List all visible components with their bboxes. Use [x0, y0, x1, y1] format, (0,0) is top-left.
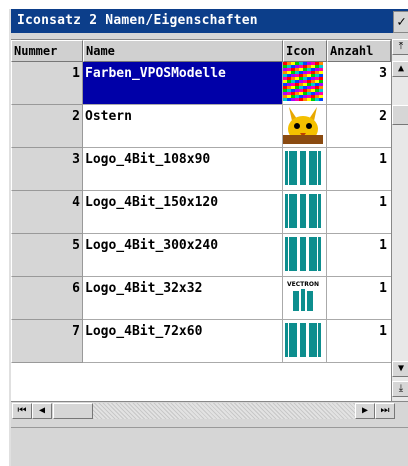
- arrow-down-icon[interactable]: ▼: [392, 361, 408, 377]
- row-number-cell[interactable]: 3: [11, 148, 83, 191]
- table-row[interactable]: 3 Logo_4Bit_108x90 1: [11, 148, 391, 191]
- svg-text:VECTRON: VECTRON: [287, 281, 319, 288]
- vertical-scrollbar[interactable]: ⤒ ▲ ▼ ⤓: [391, 39, 408, 401]
- column-header-nummer[interactable]: Nummer: [11, 40, 83, 62]
- title-bar: Iconsatz 2 Namen/Eigenschaften ✓: [11, 9, 408, 33]
- row-number-cell[interactable]: 6: [11, 277, 83, 320]
- table-row[interactable]: 1 Farben_VPOSModelle 3: [11, 62, 391, 105]
- arrow-right-icon[interactable]: ▶: [355, 403, 375, 419]
- row-name-cell[interactable]: Ostern: [83, 105, 283, 148]
- row-name-cell[interactable]: Farben_VPOSModelle: [83, 62, 283, 105]
- vectron-logo-icon[interactable]: [283, 234, 327, 277]
- vertical-scroll-thumb[interactable]: [392, 105, 408, 125]
- icon-set-window: Iconsatz 2 Namen/Eigenschaften ✓ Nummer …: [9, 9, 408, 466]
- row-number-cell[interactable]: 5: [11, 234, 83, 277]
- row-count-cell[interactable]: 1: [327, 191, 391, 234]
- column-header-icon[interactable]: Icon: [283, 40, 327, 62]
- arrow-left-icon[interactable]: ◀: [32, 403, 52, 419]
- checkmark-icon[interactable]: ✓: [393, 11, 408, 33]
- vectron-logo-icon[interactable]: [283, 320, 327, 363]
- column-header-name[interactable]: Name: [83, 40, 283, 62]
- row-name-cell[interactable]: Logo_4Bit_300x240: [83, 234, 283, 277]
- row-number-cell[interactable]: 1: [11, 62, 83, 105]
- row-count-cell[interactable]: 1: [327, 148, 391, 191]
- row-name-cell[interactable]: Logo_4Bit_108x90: [83, 148, 283, 191]
- row-count-cell[interactable]: 1: [327, 234, 391, 277]
- horizontal-scroll-thumb[interactable]: [53, 403, 93, 419]
- vectron-logo-icon[interactable]: [283, 191, 327, 234]
- row-count-cell[interactable]: 1: [327, 277, 391, 320]
- horizontal-scrollbar[interactable]: ⏮ ◀ ▶ ⏭: [11, 401, 408, 419]
- scroll-to-bottom-icon[interactable]: ⤓: [392, 381, 408, 397]
- table-row[interactable]: 6 Logo_4Bit_32x32 VECTRON 1: [11, 277, 391, 320]
- row-name-cell[interactable]: Logo_4Bit_32x32: [83, 277, 283, 320]
- row-name-cell[interactable]: Logo_4Bit_72x60: [83, 320, 283, 363]
- easter-bunny-icon[interactable]: [283, 105, 327, 148]
- vectron-logo-text-icon[interactable]: VECTRON: [283, 277, 327, 320]
- icon-table: Nummer Name Icon Anzahl 1 Farben_VPOSMode…: [11, 39, 391, 401]
- scroll-to-top-icon[interactable]: ⤒: [392, 39, 408, 55]
- column-header-anzahl[interactable]: Anzahl: [327, 40, 391, 62]
- color-palette-icon[interactable]: [283, 62, 327, 105]
- vectron-logo-icon[interactable]: [283, 148, 327, 191]
- window-title: Iconsatz 2 Namen/Eigenschaften: [17, 13, 258, 28]
- horizontal-scroll-track[interactable]: [93, 403, 355, 419]
- arrow-up-icon[interactable]: ▲: [392, 61, 408, 77]
- scroll-last-icon[interactable]: ⏭: [375, 403, 395, 419]
- row-number-cell[interactable]: 4: [11, 191, 83, 234]
- row-number-cell[interactable]: 7: [11, 320, 83, 363]
- table-row[interactable]: 5 Logo_4Bit_300x240 1: [11, 234, 391, 277]
- row-number-cell[interactable]: 2: [11, 105, 83, 148]
- table-row[interactable]: 2 Ostern 2: [11, 105, 391, 148]
- row-count-cell[interactable]: 3: [327, 62, 391, 105]
- scroll-first-icon[interactable]: ⏮: [12, 403, 32, 419]
- table-row[interactable]: 4 Logo_4Bit_150x120 1: [11, 191, 391, 234]
- row-count-cell[interactable]: 2: [327, 105, 391, 148]
- row-name-cell[interactable]: Logo_4Bit_150x120: [83, 191, 283, 234]
- row-count-cell[interactable]: 1: [327, 320, 391, 363]
- table-row[interactable]: 7 Logo_4Bit_72x60 1: [11, 320, 391, 363]
- status-bar: [11, 427, 408, 466]
